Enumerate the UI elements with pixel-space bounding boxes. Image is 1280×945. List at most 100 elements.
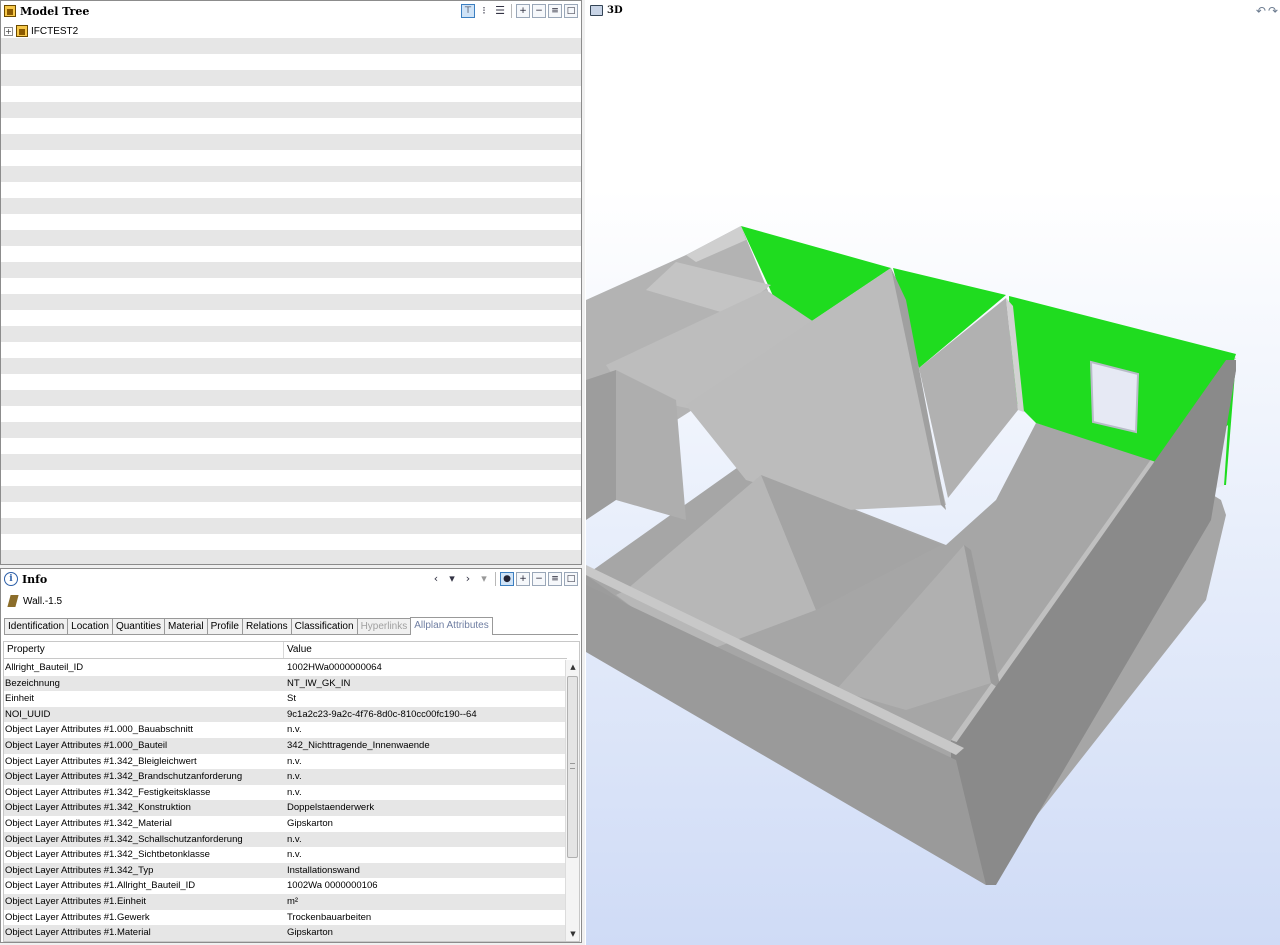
collapse-all-icon[interactable]: − [532, 572, 546, 586]
collapse-all-icon[interactable]: − [532, 4, 546, 18]
expand-all-icon[interactable]: + [516, 572, 530, 586]
property-value-cell: n.v. [287, 724, 302, 736]
property-grid-rows: Allright_Bauteil_ID 1002HWa0000000064 Beze… [4, 660, 567, 941]
scrollbar-thumb[interactable] [567, 676, 578, 858]
property-name-cell: Object Layer Attributes #1.342_Bleigleic… [5, 755, 197, 767]
tab-hyperlinks[interactable]: Hyperlinks [356, 618, 412, 634]
column-header-value[interactable]: Value [284, 642, 567, 658]
property-name-cell: Object Layer Attributes #1.342_Material [5, 817, 172, 829]
property-name-cell: Object Layer Attributes #1.Allright_Baut… [5, 880, 196, 892]
property-name-cell: Object Layer Attributes #1.000_Bauteil [5, 739, 168, 751]
property-name-cell: Object Layer Attributes #1.000_Bauabschn… [5, 724, 194, 736]
maximize-icon[interactable]: □ [564, 4, 578, 18]
property-name-cell: Object Layer Attributes #1.342_Brandschu… [5, 771, 243, 783]
property-name-cell: Object Layer Attributes #1.342_Typ [5, 864, 154, 876]
table-row[interactable]: Object Layer Attributes #1.Einheit m² [4, 893, 567, 910]
property-name-cell: Object Layer Attributes #1.342_Konstrukt… [5, 802, 191, 814]
property-name-cell: Object Layer Attributes #1.Einheit [5, 895, 146, 907]
tree-node-root[interactable]: + IFCTEST2 [4, 23, 78, 39]
table-row[interactable]: Object Layer Attributes #1.342_Bleigleic… [4, 754, 567, 770]
tab-classification[interactable]: Classification [290, 618, 358, 634]
maximize-icon[interactable]: □ [564, 572, 578, 586]
table-row[interactable]: Bezeichnung NT_IW_GK_IN [4, 675, 567, 692]
forward-dropdown-icon[interactable]: ▾ [477, 572, 491, 586]
property-value-cell: n.v. [287, 849, 302, 861]
sync-selection-icon[interactable]: ● [500, 572, 514, 586]
back-icon[interactable]: ‹ [429, 572, 443, 586]
table-row[interactable]: Object Layer Attributes #1.342_Brandschu… [4, 769, 567, 785]
property-value-cell: NT_IW_GK_IN [287, 677, 351, 689]
property-value-cell: Installationswand [287, 864, 360, 876]
table-row[interactable]: Object Layer Attributes #1.Material Gipsk… [4, 925, 567, 941]
expand-icon[interactable]: + [4, 26, 13, 36]
toolbar-separator [495, 572, 496, 586]
redo-view-icon[interactable]: ↷ [1268, 4, 1278, 18]
flat-list-icon[interactable]: ⁝ [477, 4, 491, 18]
tab-profile[interactable]: Profile [206, 618, 243, 634]
tab-relations[interactable]: Relations [241, 618, 292, 634]
info-icon: i [4, 572, 18, 586]
model-tree-header: Model Tree ⊤ ⁝ ☰ + − ≡ □ [1, 1, 581, 21]
tab-allplan-attributes[interactable]: Allplan Attributes [410, 617, 493, 635]
model-tree-icon [4, 5, 16, 17]
scroll-down-icon[interactable]: ▼ [568, 929, 578, 939]
table-row[interactable]: Object Layer Attributes #1.342_Typ Instal… [4, 862, 567, 879]
selected-object-label: Wall.-1.5 [23, 595, 63, 607]
table-row[interactable]: Object Layer Attributes #1.342_Konstrukt… [4, 800, 567, 816]
view-nav-icons: ↶ ↷ [1256, 4, 1278, 18]
table-row[interactable]: Object Layer Attributes #1.342_Material G… [4, 816, 567, 832]
tab-material[interactable]: Material [164, 618, 208, 634]
forward-icon[interactable]: › [461, 572, 475, 586]
model-tree-panel: Model Tree ⊤ ⁝ ☰ + − ≡ □ + IFCTEST2 [0, 0, 582, 565]
info-toolbar: ‹ ▾ › ▾ ● + − ≡ □ [429, 572, 578, 586]
expand-all-icon[interactable]: + [516, 4, 530, 18]
table-row[interactable]: Object Layer Attributes #1.342_Sichtbeto… [4, 847, 567, 863]
3d-viewport[interactable]: 3D ↶ ↷ [586, 0, 1280, 945]
printer-icon[interactable] [590, 5, 603, 16]
table-row[interactable]: Object Layer Attributes #1.000_Bauabschn… [4, 722, 567, 738]
property-value-cell: 1002HWa0000000064 [287, 662, 382, 673]
selected-object: Wall.-1.5 [7, 593, 63, 609]
table-row[interactable]: Object Layer Attributes #1.342_Schallsch… [4, 831, 567, 848]
property-value-cell: m² [287, 895, 299, 907]
table-row[interactable]: NOI_UUID 9c1a2c23-9a2c-4f76-8d0c-810cc00f… [4, 706, 567, 723]
property-grid: Property Value Allright_Bauteil_ID 1002HW… [3, 641, 580, 942]
info-panel: i Info ‹ ▾ › ▾ ● + − ≡ □ Wall.-1.5 Ident… [0, 568, 582, 943]
scroll-up-icon[interactable]: ▲ [568, 662, 578, 672]
list-icon[interactable]: ≡ [548, 4, 562, 18]
info-tabs: Identification Location Quantities Material… [4, 617, 578, 635]
property-value-cell: Trockenbauarbeiten [287, 911, 372, 923]
property-value-cell: 9c1a2c23-9a2c-4f76-8d0c-810cc00fc190--64 [287, 708, 477, 720]
list-icon[interactable]: ≡ [548, 572, 562, 586]
property-value-cell: 1002Wa 0000000106 [287, 880, 378, 892]
3d-model-render[interactable] [586, 0, 1280, 945]
back-dropdown-icon[interactable]: ▾ [445, 572, 459, 586]
wall-icon [7, 595, 19, 607]
property-name-cell: Object Layer Attributes #1.Material [5, 927, 151, 939]
tree-view-icon[interactable]: ⊤ [461, 4, 475, 18]
table-row[interactable]: Einheit St [4, 691, 567, 707]
property-name-cell: Einheit [5, 693, 35, 705]
tab-quantities[interactable]: Quantities [111, 618, 165, 634]
window [1089, 360, 1140, 434]
model-tree-toolbar: ⊤ ⁝ ☰ + − ≡ □ [461, 4, 578, 18]
vertical-scrollbar[interactable]: ▲ ▼ [565, 660, 579, 941]
model-tree-title: Model Tree [20, 4, 90, 18]
property-grid-header: Property Value [4, 642, 567, 659]
3d-view-label: 3D [607, 5, 623, 16]
tab-location[interactable]: Location [67, 618, 113, 634]
property-value-cell: n.v. [287, 786, 302, 798]
tab-identification[interactable]: Identification [4, 618, 69, 634]
property-value-cell: n.v. [287, 771, 302, 783]
project-icon [16, 25, 28, 37]
column-header-property[interactable]: Property [4, 642, 284, 658]
model-tree-body[interactable]: + IFCTEST2 [1, 22, 581, 564]
undo-view-icon[interactable]: ↶ [1256, 4, 1266, 18]
table-row[interactable]: Object Layer Attributes #1.000_Bauteil 34… [4, 737, 567, 754]
table-row[interactable]: Object Layer Attributes #1.342_Festigkei… [4, 785, 567, 801]
partition-upper-left-3 [586, 370, 616, 520]
table-row[interactable]: Object Layer Attributes #1.Allright_Baut… [4, 878, 567, 894]
table-row[interactable]: Allright_Bauteil_ID 1002HWa0000000064 [4, 660, 567, 676]
table-row[interactable]: Object Layer Attributes #1.Gewerk Trocken… [4, 910, 567, 926]
type-list-icon[interactable]: ☰ [493, 4, 507, 18]
